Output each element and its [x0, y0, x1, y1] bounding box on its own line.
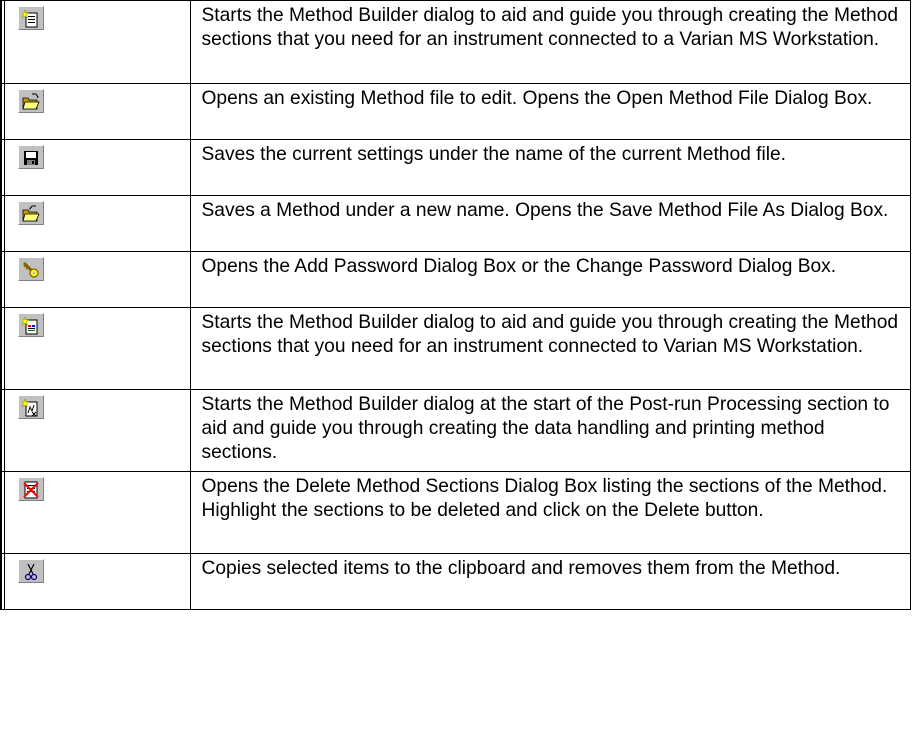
toolbar-reference-table: Starts the Method Builder dialog to aid … [0, 0, 911, 610]
postrun-builder-icon[interactable] [18, 394, 44, 419]
method-builder-icon[interactable] [18, 6, 44, 30]
row-description: Copies selected items to the clipboard a… [189, 552, 910, 610]
table-row: Starts the Method Builder dialog at the … [2, 388, 910, 472]
row-description: Opens the Add Password Dialog Box or the… [189, 250, 910, 308]
table-row: Opens the Delete Method Sections Dialog … [2, 470, 910, 554]
method-builder-wizard-icon[interactable] [18, 312, 44, 337]
table-row: Starts the Method Builder dialog to aid … [2, 306, 910, 390]
row-description: Starts the Method Builder dialog at the … [189, 388, 910, 472]
table-row: Saves the current settings under the nam… [2, 138, 910, 196]
table-row: Copies selected items to the clipboard a… [2, 552, 910, 610]
save-as-folder-icon[interactable] [18, 200, 44, 225]
row-description: Opens the Delete Method Sections Dialog … [189, 470, 910, 554]
row-description: Starts the Method Builder dialog to aid … [189, 306, 910, 390]
save-disk-icon[interactable] [18, 144, 44, 169]
key-icon[interactable] [18, 256, 44, 281]
open-folder-icon[interactable] [18, 88, 44, 113]
table-row: Opens the Add Password Dialog Box or the… [2, 250, 910, 308]
row-description: Starts the Method Builder dialog to aid … [189, 1, 910, 84]
scissors-icon[interactable] [18, 558, 44, 583]
row-description: Saves a Method under a new name. Opens t… [189, 194, 910, 252]
row-description: Saves the current settings under the nam… [189, 138, 910, 196]
table-row: Saves a Method under a new name. Opens t… [2, 194, 910, 252]
table-row: Starts the Method Builder dialog to aid … [2, 1, 910, 84]
delete-sections-icon[interactable] [18, 476, 44, 501]
table-row: Opens an existing Method file to edit. O… [2, 82, 910, 140]
row-description: Opens an existing Method file to edit. O… [189, 82, 910, 140]
